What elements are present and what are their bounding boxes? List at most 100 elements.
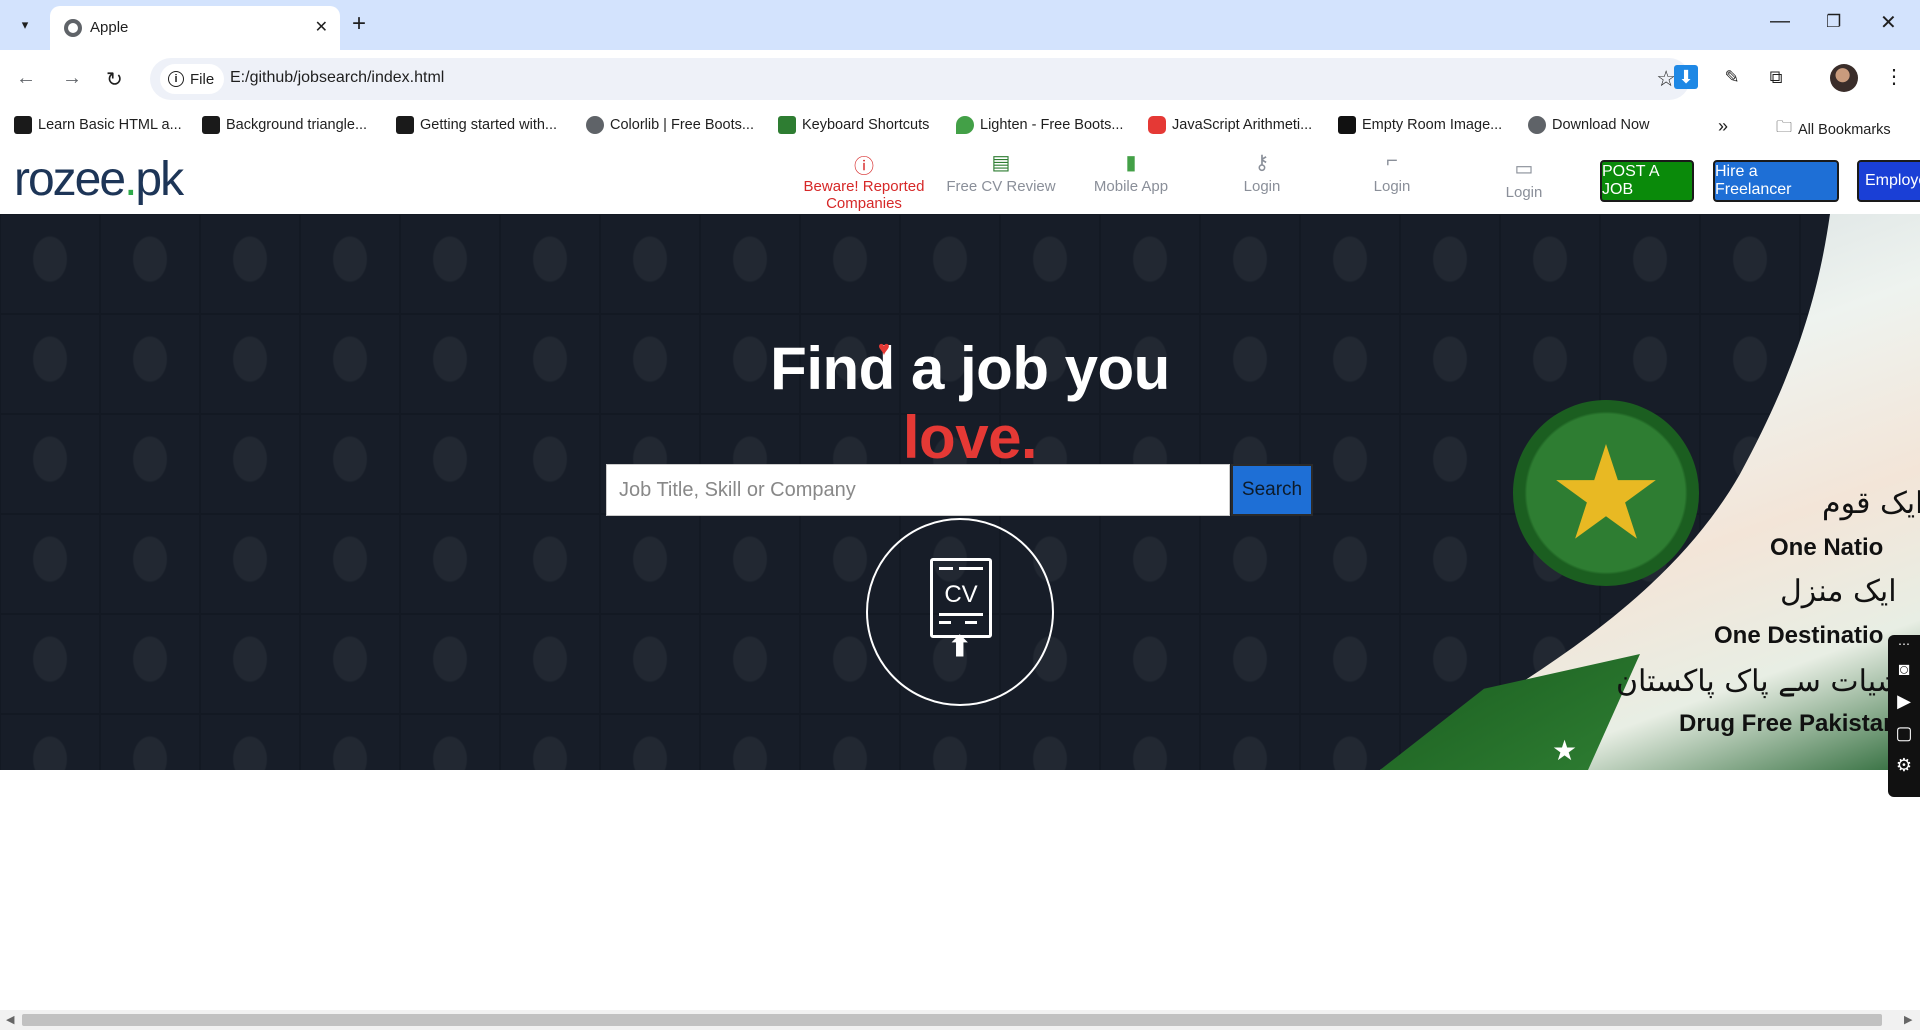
more-options-icon[interactable]: ⋯	[1888, 635, 1920, 653]
info-icon: i	[168, 71, 184, 87]
bookmark-item[interactable]: Keyboard Shortcuts	[778, 116, 929, 134]
bookmarks-bar: Learn Basic HTML a... Background triangl…	[0, 108, 1920, 142]
banner-english-line-3: Drug Free Pakistan	[1679, 710, 1898, 737]
site-header: rozee.pk ⓘ Beware! Reported Companies ▤ …	[0, 142, 1920, 214]
tab-title: Apple	[90, 19, 129, 36]
nav-free-cv-review[interactable]: ▤ Free CV Review	[946, 150, 1056, 195]
tab-apple[interactable]: Apple ✕	[50, 6, 340, 50]
rozee-logo[interactable]: rozee.pk	[14, 152, 184, 207]
camera-icon[interactable]: ◙	[1888, 653, 1920, 685]
bookmark-label: JavaScript Arithmeti...	[1172, 117, 1313, 133]
window-icon[interactable]: ▢	[1888, 717, 1920, 749]
bookmark-item[interactable]: Learn Basic HTML a...	[14, 116, 182, 134]
hero-title: Find a job you love.	[700, 334, 1240, 472]
bookmark-favicon-icon	[778, 116, 796, 134]
key-icon: ⚷	[1254, 152, 1270, 174]
browser-toolbar: ← → ↻ i File E:/github/jobsearch/index.h…	[0, 50, 1920, 108]
address-bar[interactable]: i File E:/github/jobsearch/index.html ☆	[150, 58, 1690, 100]
all-bookmarks-button[interactable]: 🗀 All Bookmarks	[1776, 116, 1891, 143]
back-icon[interactable]: ←	[16, 67, 36, 90]
scrollbar-thumb[interactable]	[22, 1014, 1882, 1026]
heart-icon: ♥	[878, 338, 890, 360]
stairs-icon: ⌐	[1386, 150, 1398, 172]
scroll-right-icon[interactable]: ▶	[1904, 1013, 1912, 1026]
profile-avatar[interactable]	[1830, 64, 1858, 92]
nav-label: Beware! Reported Companies	[803, 178, 925, 212]
nav-login-card[interactable]: ▭ Login	[1494, 156, 1554, 201]
logo-text: rozee	[14, 153, 126, 206]
post-a-job-button[interactable]: POST A JOB	[1600, 160, 1694, 202]
id-card-icon: ▭	[1514, 158, 1534, 180]
site-info-label: File	[190, 70, 215, 88]
video-icon[interactable]: ▶	[1888, 685, 1920, 717]
site-info-button[interactable]: i File	[160, 64, 225, 94]
bookmark-item[interactable]: Background triangle...	[202, 116, 367, 134]
settings-gear-icon[interactable]: ⚙	[1888, 749, 1920, 781]
hero-title-love: love.	[902, 404, 1038, 471]
all-bookmarks-label: All Bookmarks	[1798, 121, 1891, 138]
hero-section: Find a job you love. ♥ Job Title, Skill …	[0, 214, 1920, 770]
nav-label: Login	[1505, 184, 1543, 201]
drug-free-pakistan-banner[interactable]: ★ ★ ایک قوم One Natio ایک منزل One Desti…	[1380, 214, 1920, 770]
screenshot-tool-panel: ⋯ ◙ ▶ ▢ ⚙	[1888, 635, 1920, 797]
bookmark-favicon-icon	[1338, 116, 1356, 134]
globe-icon	[64, 19, 82, 37]
tab-search-chevron-icon[interactable]: ▾	[12, 12, 38, 38]
cv-document-icon: CV	[930, 558, 992, 638]
cv-icon: ▤	[991, 152, 1011, 174]
logo-dot: .	[124, 153, 137, 206]
nav-label: Login	[1373, 178, 1411, 195]
forward-icon[interactable]: →	[62, 67, 82, 90]
horizontal-scrollbar[interactable]: ◀ ▶	[0, 1010, 1920, 1030]
globe-icon	[1528, 116, 1546, 134]
new-tab-icon[interactable]: +	[352, 10, 366, 38]
banner-english-line-1: One Natio	[1770, 534, 1884, 561]
reload-icon[interactable]: ↻	[106, 67, 123, 92]
more-bookmarks-icon[interactable]: »	[1718, 116, 1728, 137]
bookmark-item[interactable]: Getting started with...	[396, 116, 557, 134]
nav-label: Mobile App	[1093, 178, 1169, 195]
cv-upload-button[interactable]: CV ⬆	[866, 518, 1054, 706]
nav-beware-reported-companies[interactable]: ⓘ Beware! Reported Companies	[802, 150, 926, 212]
tab-strip: ▾ Apple ✕ + — ❐ ✕	[0, 0, 1920, 50]
nav-login-key[interactable]: ⚷ Login	[1232, 150, 1292, 195]
close-window-icon[interactable]: ✕	[1880, 10, 1897, 35]
extensions-puzzle-icon[interactable]: ⧉	[1764, 65, 1788, 89]
bookmark-label: Background triangle...	[226, 117, 368, 133]
alert-icon: ⓘ	[854, 156, 874, 178]
eyedropper-extension-icon[interactable]: ✎	[1720, 65, 1744, 89]
bookmark-item[interactable]: Empty Room Image...	[1338, 116, 1502, 134]
restore-icon[interactable]: ❐	[1826, 12, 1841, 32]
employer-button[interactable]: Employe	[1857, 160, 1920, 202]
cv-doc-line	[959, 567, 983, 570]
close-tab-icon[interactable]: ✕	[315, 17, 328, 37]
bookmark-favicon-icon	[202, 116, 220, 134]
nav-mobile-app[interactable]: ▮ Mobile App	[1086, 150, 1176, 195]
bookmark-item[interactable]: Download Now	[1528, 116, 1650, 134]
nav-login-stairs[interactable]: ⌐ Login	[1362, 150, 1422, 195]
search-button[interactable]: Search	[1231, 464, 1313, 516]
scroll-left-icon[interactable]: ◀	[6, 1013, 14, 1026]
banner-urdu-line-3: منشیات سے پاک پاکستان	[1616, 664, 1920, 699]
download-extension-icon[interactable]: ⬇	[1674, 65, 1698, 89]
minimize-icon[interactable]: —	[1770, 10, 1790, 33]
bookmark-item[interactable]: Colorlib | Free Boots...	[586, 116, 754, 134]
folder-icon: 🗀	[1776, 119, 1793, 136]
browser-menu-icon[interactable]: ⋮	[1884, 64, 1904, 89]
url-text[interactable]: E:/github/jobsearch/index.html	[230, 69, 444, 87]
bookmark-item[interactable]: Lighten - Free Boots...	[956, 116, 1123, 134]
cv-doc-line	[939, 621, 951, 624]
nav-label: Login	[1243, 178, 1281, 195]
bookmark-label: Keyboard Shortcuts	[802, 117, 930, 133]
bookmark-favicon-icon	[956, 116, 974, 134]
bookmark-item[interactable]: JavaScript Arithmeti...	[1148, 116, 1312, 134]
search-placeholder: Job Title, Skill or Company	[619, 478, 856, 501]
banner-urdu-line-1: ایک قوم	[1822, 486, 1920, 521]
hire-a-freelancer-button[interactable]: Hire a Freelancer	[1713, 160, 1839, 202]
phone-icon: ▮	[1125, 152, 1137, 174]
logo-tld: pk	[135, 153, 184, 206]
bookmark-label: Empty Room Image...	[1362, 117, 1503, 133]
globe-icon	[586, 116, 604, 134]
bookmark-label: Download Now	[1552, 117, 1650, 133]
job-search-input[interactable]: Job Title, Skill or Company	[606, 464, 1230, 516]
